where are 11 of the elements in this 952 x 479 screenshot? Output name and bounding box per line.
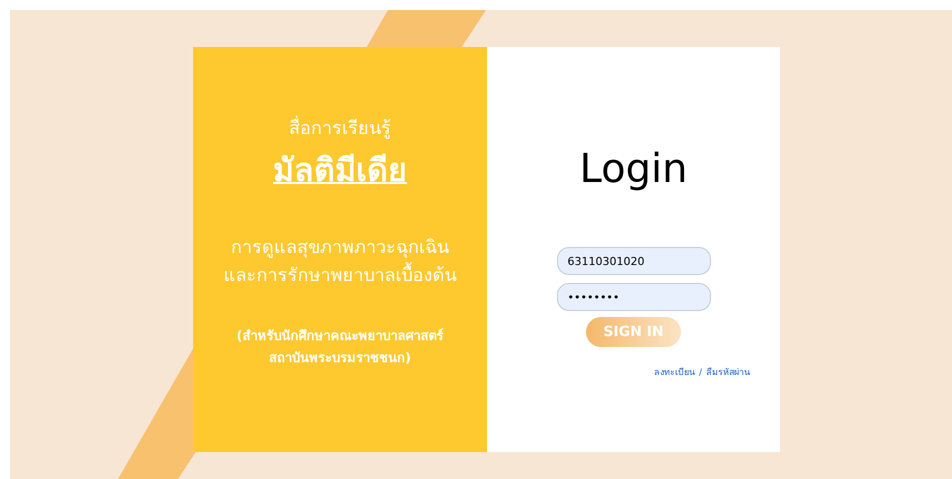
separator-text: / bbox=[698, 367, 702, 380]
title-text: มัลติมีเดีย bbox=[273, 151, 407, 189]
audience-text: สถาบันพระบรมราชชนก) bbox=[269, 350, 411, 366]
course-title-text: การดูแลสุขภาพภาวะฉุกเฉิน bbox=[231, 237, 449, 258]
login-heading: Login bbox=[580, 145, 688, 194]
password-field[interactable]: •••••••• bbox=[556, 283, 710, 311]
link[interactable]: ลงทะเบียน bbox=[654, 367, 695, 380]
link[interactable]: ลืมรหัสผ่าน bbox=[706, 367, 750, 380]
subtitle-text: สื่อการเรียนรู้ bbox=[193, 115, 487, 142]
audience-text: (สำหรับนักศึกษาคณะพยาบาลศาสตร์ bbox=[236, 328, 444, 344]
username-field[interactable]: 63110301020 bbox=[556, 247, 710, 275]
